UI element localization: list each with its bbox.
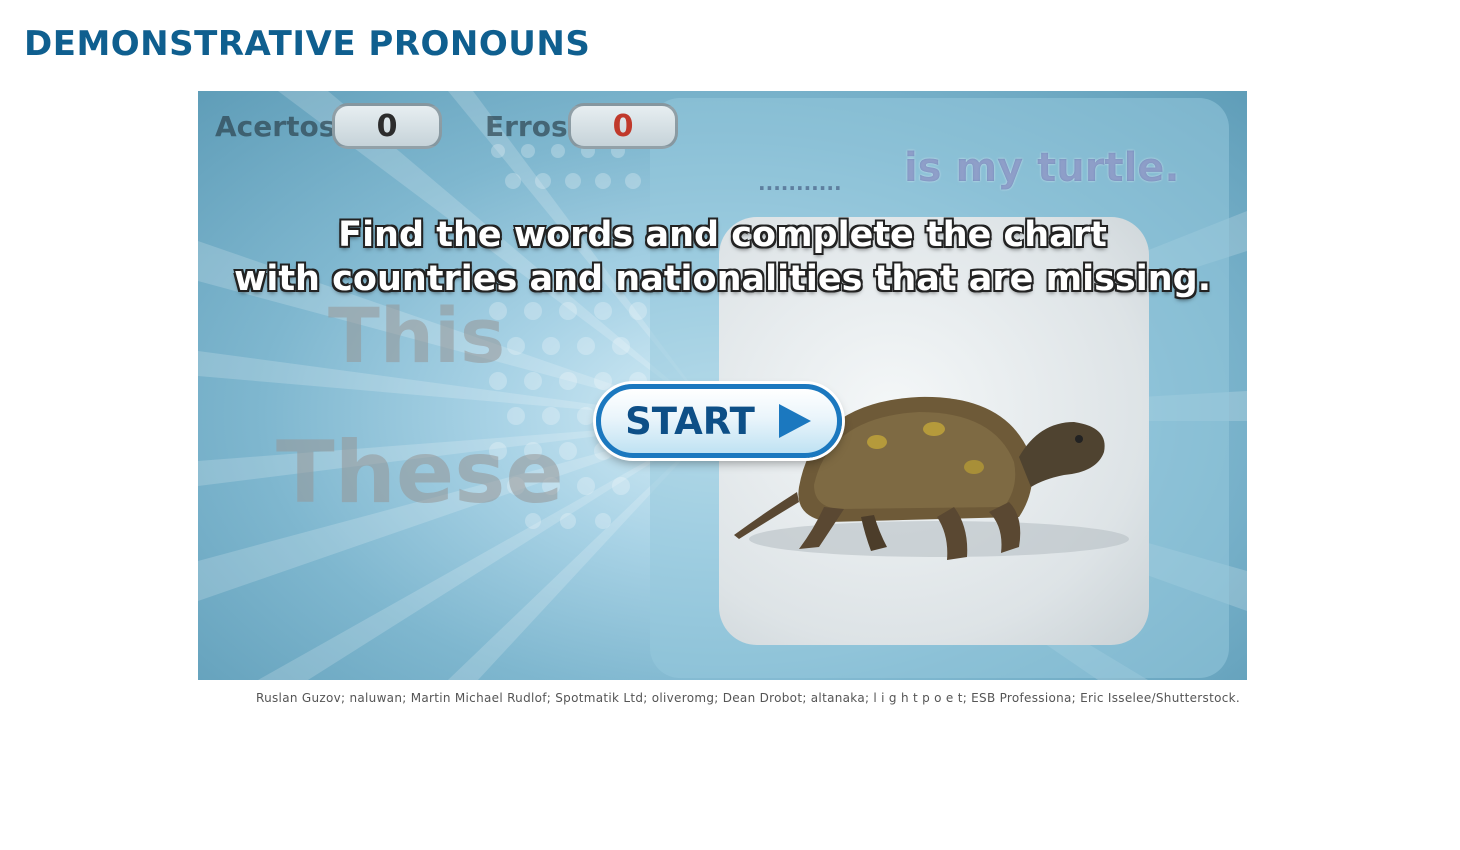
correct-label: Acertos — [215, 110, 336, 143]
instruction-line-1: Find the words and complete the chart — [338, 215, 1107, 255]
errors-count: 0 — [568, 103, 678, 149]
game-stage: Acertos 0 Erros 0 ........... is my turt… — [198, 91, 1247, 680]
correct-count: 0 — [332, 103, 442, 149]
image-credits: Ruslan Guzov; naluwan; Martin Michael Ru… — [256, 691, 1240, 705]
answer-blank: ........... — [758, 171, 842, 195]
option-these[interactable]: These — [276, 423, 564, 523]
play-icon — [778, 404, 811, 438]
page-title: DEMONSTRATIVE PRONOUNS — [24, 24, 591, 64]
start-button[interactable]: START — [596, 384, 842, 458]
start-label: START — [625, 399, 755, 443]
instruction-text: Find the words and complete the chart wi… — [198, 213, 1247, 301]
errors-label: Erros — [485, 110, 568, 143]
option-this[interactable]: This — [328, 291, 505, 380]
instruction-line-2: with countries and nationalities that ar… — [233, 259, 1211, 299]
question-sentence: is my turtle. — [904, 145, 1180, 191]
